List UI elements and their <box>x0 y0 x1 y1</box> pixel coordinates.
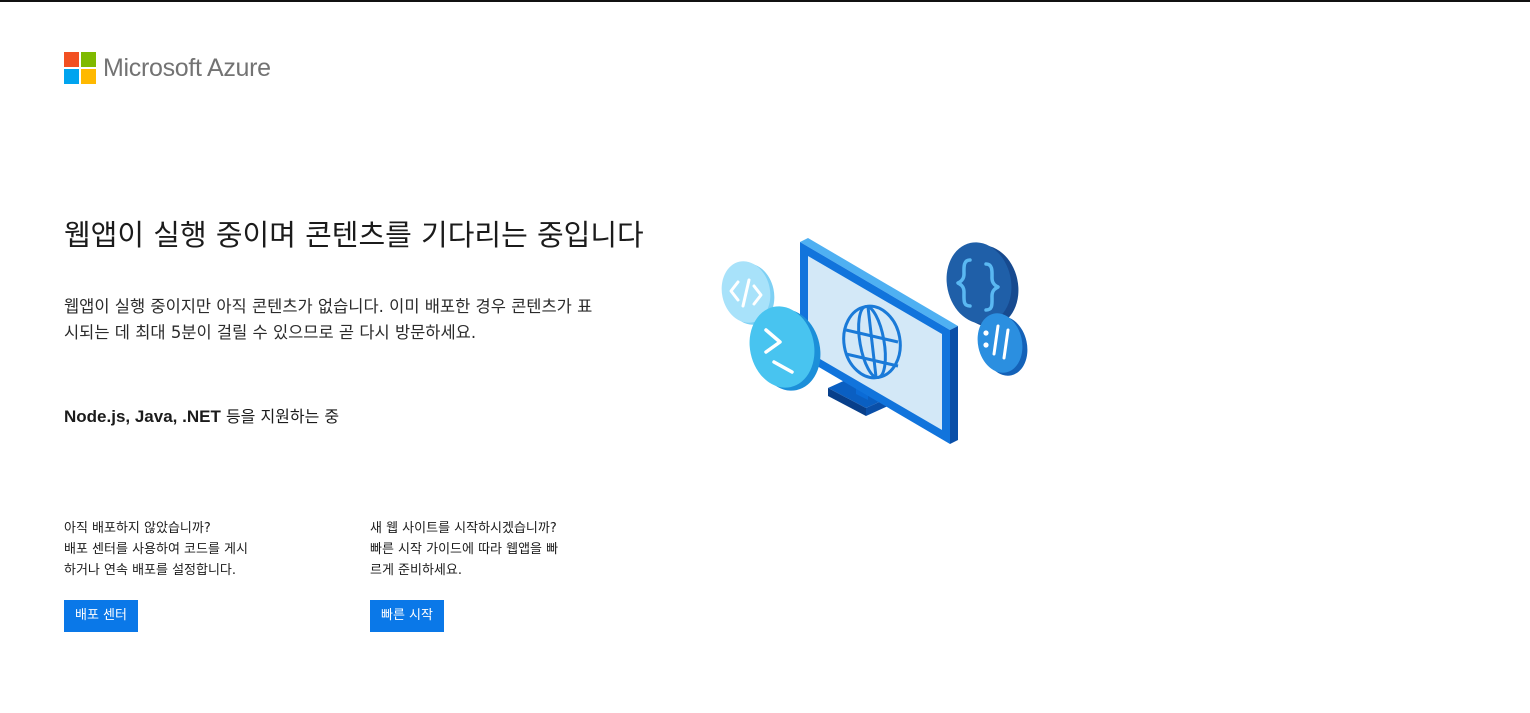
microsoft-azure-logo: Microsoft Azure <box>64 52 271 84</box>
deploy-question: 아직 배포하지 않았습니까? <box>64 521 211 536</box>
deployment-center-button[interactable]: 배포 센터 <box>64 600 138 632</box>
microsoft-logo-icon <box>64 52 96 84</box>
deploy-description-line1: 배포 센터를 사용하여 코드를 게시 <box>64 542 248 557</box>
web-app-illustration <box>721 238 1028 444</box>
brand-name: Microsoft Azure <box>103 53 271 82</box>
top-border <box>0 0 1530 2</box>
monitor-globe-icon <box>800 238 958 444</box>
supported-suffix: 등을 지원하는 중 <box>225 407 340 426</box>
quickstart-description-line2: 르게 준비하세요. <box>370 563 462 578</box>
quickstart-button[interactable]: 빠른 시작 <box>370 600 444 632</box>
intro-text: 웹앱이 실행 중이지만 아직 콘텐츠가 없습니다. 이미 배포한 경우 콘텐츠가… <box>64 297 593 342</box>
curly-braces-icon <box>946 242 1019 327</box>
page-title: 웹앱이 실행 중이며 콘텐츠를 기다리는 중입니다 <box>64 218 644 252</box>
supported-stacks: Node.js, Java, .NET 등을 지원하는 중 <box>64 403 339 427</box>
quickstart-description-line1: 빠른 시작 가이드에 따라 웹앱을 빠 <box>370 542 559 557</box>
quickstart-question: 새 웹 사이트를 시작하시겠습니까? <box>370 521 557 536</box>
supported-tech-list: Node.js, Java, .NET <box>64 407 221 426</box>
deploy-description-line2: 하거나 연속 배포를 설정합니다. <box>64 563 237 578</box>
deploy-section: 아직 배포하지 않았습니까? 배포 센터를 사용하여 코드를 게시 하거나 연속… <box>64 518 294 581</box>
quickstart-section: 새 웹 사이트를 시작하시겠습니까? 빠른 시작 가이드에 따라 웹앱을 빠 르… <box>370 518 600 581</box>
